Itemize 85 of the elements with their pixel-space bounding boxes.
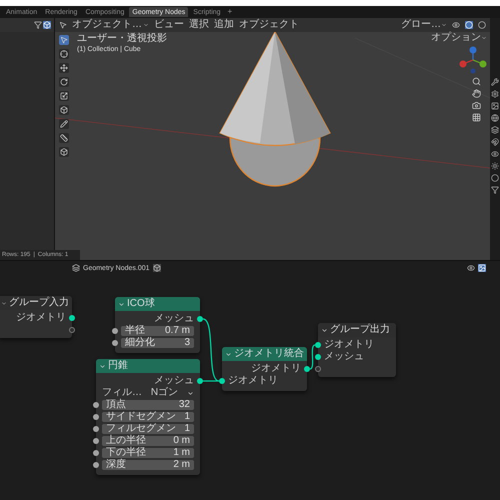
node-title: ICO球 [127, 299, 155, 309]
chevron-icon[interactable] [186, 390, 194, 396]
gear-icon[interactable] [491, 90, 499, 98]
camera-icon[interactable] [472, 101, 481, 110]
node-header[interactable]: グループ出力 [318, 323, 396, 337]
filter-icon[interactable] [34, 21, 42, 29]
shading-icon[interactable] [478, 21, 486, 29]
value-field[interactable]: 深度 2 m [102, 460, 194, 470]
magnet-icon[interactable] [491, 138, 499, 146]
eye-icon[interactable] [467, 264, 475, 272]
node-header[interactable]: 円錐 [96, 359, 200, 373]
mode-dropdown[interactable]: オブジェクト… [72, 20, 149, 30]
node-title: グループ出力 [330, 325, 390, 335]
socket-label: メッシュ [324, 352, 364, 362]
sun-icon[interactable] [491, 162, 499, 170]
socket-icon[interactable] [197, 316, 203, 322]
node-tree-icon[interactable] [72, 264, 80, 272]
value-field[interactable]: 半径 0.7 m [121, 326, 194, 336]
chevron-icon[interactable] [321, 326, 328, 334]
dropdown[interactable]: フィル… Nゴン [102, 388, 194, 398]
chevron-icon[interactable] [441, 22, 447, 28]
globe-icon[interactable] [491, 114, 499, 122]
node-title: グループ入力 [9, 298, 69, 308]
eye-icon[interactable] [452, 21, 460, 29]
add-tab-button[interactable]: + [226, 8, 234, 16]
socket-icon[interactable] [315, 366, 321, 372]
socket-icon[interactable] [197, 378, 203, 384]
socket-icon[interactable] [69, 327, 75, 333]
menu-item[interactable]: ビュー [154, 20, 184, 30]
socket-label: メッシュ [154, 314, 194, 324]
grid-icon[interactable] [472, 113, 481, 122]
chevron-icon[interactable] [143, 22, 149, 28]
node-title: ジオメトリ統合 [234, 349, 304, 359]
layers-icon[interactable] [491, 126, 499, 134]
node-link [310, 344, 316, 370]
node-header[interactable]: グループ入力 [0, 296, 72, 310]
filter-icon[interactable] [491, 186, 499, 194]
value-field[interactable]: 細分化 3 [121, 338, 194, 348]
node-card[interactable]: グループ出力 ジオメトリ メッシュ [318, 323, 396, 377]
rotate-icon[interactable] [59, 77, 69, 87]
value-field[interactable]: 上の半径 0 m [102, 436, 194, 446]
move-icon[interactable] [59, 63, 69, 73]
scale-icon[interactable] [59, 91, 69, 101]
node-title: 円錐 [108, 361, 128, 371]
select-cursor-icon[interactable] [59, 35, 69, 45]
socket-label: ジオメトリ [16, 313, 66, 323]
socket-icon[interactable] [69, 315, 75, 321]
view-name: ユーザー・透視投影 [77, 33, 167, 45]
socket-label: メッシュ [154, 376, 194, 386]
axis-gizmo-icon[interactable] [459, 46, 487, 74]
node-card[interactable]: ジオメトリ統合 ジオメトリ ジオメトリ [222, 347, 307, 391]
value-field[interactable]: フィルセグメン 1 [102, 424, 194, 434]
menu-item[interactable]: 選択 [189, 20, 209, 30]
image-icon[interactable] [491, 102, 499, 110]
node-header[interactable]: ICO球 [115, 297, 200, 311]
node-card[interactable]: グループ入力 ジオメトリ [0, 296, 72, 338]
value-field[interactable]: 頂点 32 [102, 400, 194, 410]
hand-icon[interactable] [472, 89, 481, 98]
circle-icon[interactable] [491, 174, 499, 182]
value-field[interactable]: 下の半径 1 m [102, 448, 194, 458]
chevron-icon[interactable] [1, 300, 7, 306]
menu-item[interactable]: オブジェクト [239, 20, 299, 30]
crosshair-icon[interactable] [59, 49, 69, 59]
orientation-dropdown[interactable]: グロー… [401, 20, 447, 30]
wrench-icon[interactable] [491, 78, 499, 86]
node-card[interactable]: ICO球 メッシュ 半径 0.7 m 細分化 3 [115, 297, 200, 353]
zoom-icon[interactable] [472, 77, 481, 86]
options-dropdown[interactable]: オプション [431, 33, 487, 43]
value-field[interactable]: サイドセグメン 1 [102, 412, 194, 422]
pointer-icon[interactable] [59, 21, 67, 29]
node-card[interactable]: 円錐 メッシュ フィル… Nゴン 頂点 32 サイドセグメン 1 フィルセグメン 1 上の半径 0 m 下の半径 1 m 深度 2 m [96, 359, 200, 475]
chevron-icon[interactable] [225, 350, 232, 358]
cube-icon[interactable] [59, 105, 69, 115]
socket-label: ジオメトリ [324, 340, 374, 350]
chevron-icon[interactable] [118, 300, 125, 308]
node-header[interactable]: ジオメトリ統合 [222, 347, 307, 361]
ruler-icon[interactable] [59, 133, 69, 143]
socket-label: ジオメトリ [228, 376, 278, 386]
menu-item[interactable]: 追加 [214, 20, 234, 30]
pencil-icon[interactable] [59, 119, 69, 129]
socket-icon[interactable] [219, 378, 225, 384]
chevron-icon[interactable] [99, 362, 106, 370]
socket-label: ジオメトリ [251, 364, 301, 374]
cube-icon[interactable] [59, 147, 69, 157]
eye-icon[interactable] [491, 150, 499, 158]
